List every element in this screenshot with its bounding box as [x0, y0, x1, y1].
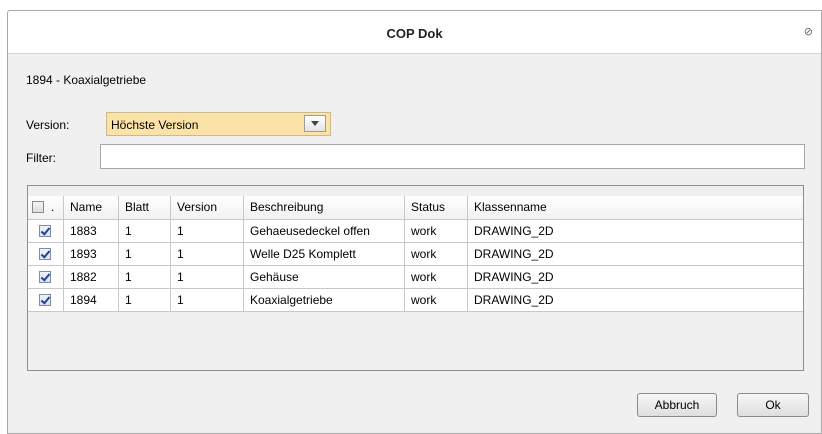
cell-version: 1	[171, 220, 244, 242]
cell-status: work	[405, 289, 468, 311]
version-label: Version:	[26, 118, 70, 132]
row-select-cell	[28, 243, 64, 265]
document-table: . Name Blatt Version Beschreibung Status…	[27, 185, 804, 371]
column-header-version[interactable]: Version	[171, 196, 244, 219]
cell-name: 1894	[64, 289, 119, 311]
version-select-value: Höchste Version	[111, 118, 199, 132]
close-icon[interactable]: ⊘	[804, 27, 813, 38]
cell-version: 1	[171, 289, 244, 311]
row-checkbox[interactable]	[39, 248, 51, 260]
table-row[interactable]: 1883 1 1 Gehaeusedeckel offen work DRAWI…	[28, 220, 803, 243]
cell-name: 1883	[64, 220, 119, 242]
cell-blatt: 1	[119, 289, 171, 311]
cell-status: work	[405, 243, 468, 265]
cell-klassenname: DRAWING_2D	[474, 247, 554, 261]
cell-name: 1893	[64, 243, 119, 265]
row-select-cell	[28, 220, 64, 242]
row-select-cell	[28, 266, 64, 288]
filter-input[interactable]	[100, 144, 805, 169]
cell-klassenname: DRAWING_2D	[474, 224, 554, 238]
filter-label: Filter:	[26, 151, 56, 165]
header-col0-label: .	[51, 200, 55, 214]
header-select-cell: .	[28, 196, 64, 219]
cancel-button[interactable]: Abbruch	[637, 393, 717, 417]
select-all-checkbox[interactable]	[32, 201, 44, 213]
chevron-down-icon	[311, 121, 319, 126]
version-select[interactable]: Höchste Version	[106, 112, 331, 136]
table-row[interactable]: 1894 1 1 Koaxialgetriebe work DRAWING_2D	[28, 289, 803, 312]
cell-status: work	[405, 266, 468, 288]
cell-name: 1882	[64, 266, 119, 288]
document-label: 1894 - Koaxialgetriebe	[26, 73, 147, 87]
row-checkbox[interactable]	[39, 294, 51, 306]
column-header-name[interactable]: Name	[64, 196, 119, 219]
cell-blatt: 1	[119, 266, 171, 288]
cell-beschreibung: Gehaeusedeckel offen	[244, 220, 405, 242]
cell-klassenname: DRAWING_2D	[474, 270, 554, 284]
cell-blatt: 1	[119, 243, 171, 265]
row-checkbox[interactable]	[39, 271, 51, 283]
table-header: . Name Blatt Version Beschreibung Status…	[28, 196, 803, 220]
row-checkbox[interactable]	[39, 225, 51, 237]
cell-version: 1	[171, 243, 244, 265]
title-bar[interactable]: COP Dok ⊘	[8, 11, 821, 54]
cell-beschreibung: Koaxialgetriebe	[244, 289, 405, 311]
cell-blatt: 1	[119, 220, 171, 242]
column-header-beschreibung[interactable]: Beschreibung	[244, 196, 405, 219]
cell-version: 1	[171, 266, 244, 288]
column-header-blatt[interactable]: Blatt	[119, 196, 171, 219]
table-row[interactable]: 1893 1 1 Welle D25 Komplett work DRAWING…	[28, 243, 803, 266]
row-select-cell	[28, 289, 64, 311]
cell-beschreibung: Gehäuse	[244, 266, 405, 288]
ok-button[interactable]: Ok	[737, 393, 809, 417]
cell-beschreibung: Welle D25 Komplett	[244, 243, 405, 265]
dropdown-button[interactable]	[304, 115, 326, 132]
cell-klassenname: DRAWING_2D	[474, 293, 554, 307]
column-header-status[interactable]: Status	[405, 196, 468, 219]
cell-status: work	[405, 220, 468, 242]
column-header-klassenname[interactable]: Klassenname	[468, 196, 803, 219]
window-title: COP Dok	[386, 26, 443, 41]
table-row[interactable]: 1882 1 1 Gehäuse work DRAWING_2D	[28, 266, 803, 289]
